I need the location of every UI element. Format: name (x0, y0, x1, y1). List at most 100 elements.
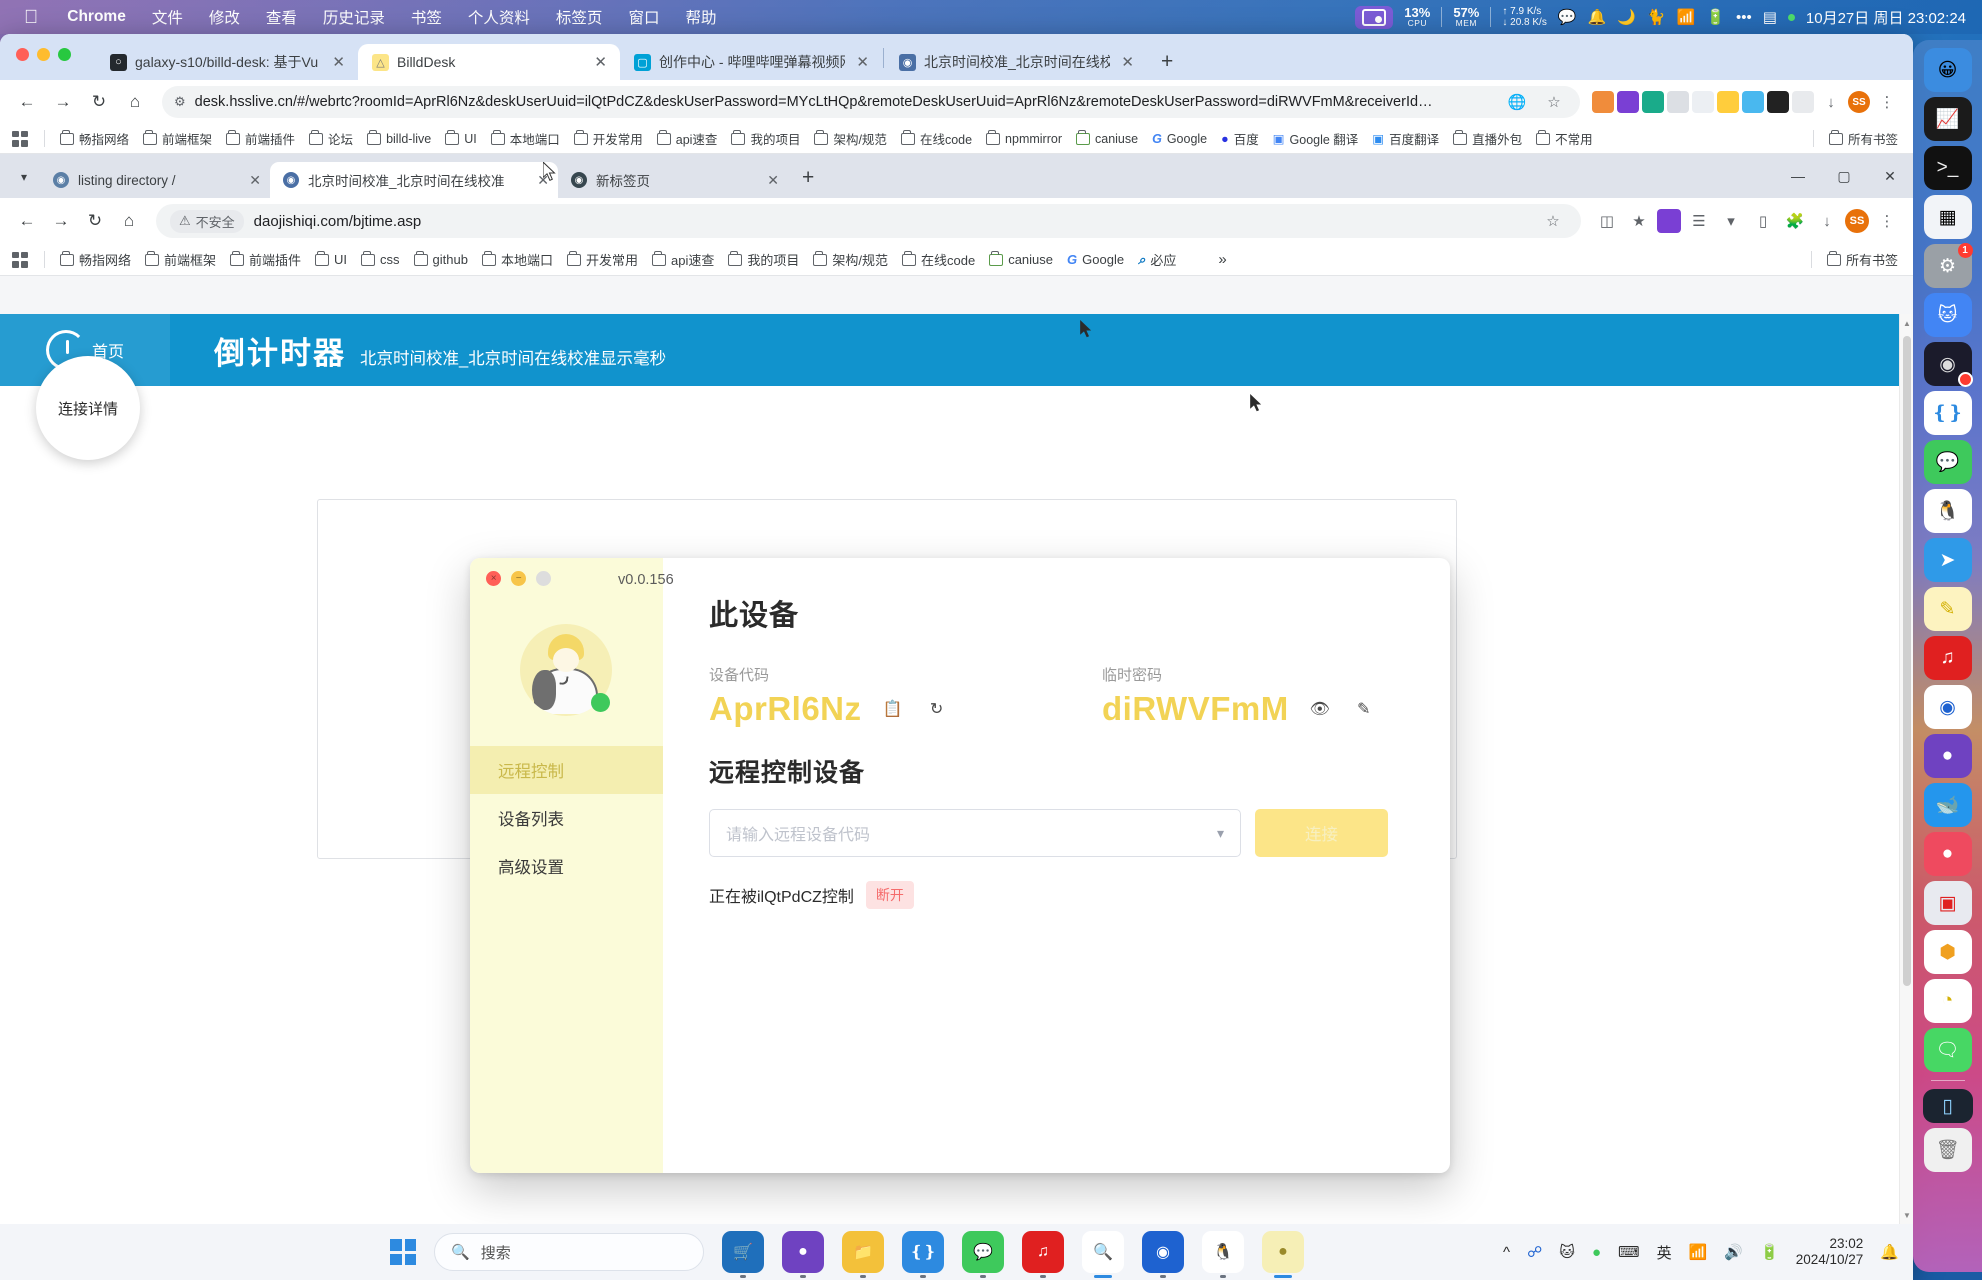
screen-share-indicator-icon[interactable] (1355, 6, 1393, 29)
remote-desktop-viewport[interactable]: ▾ ◉ listing directory / ✕ ◉ 北京时间校准_北京时间在… (0, 154, 1913, 1280)
bookmark-all-button[interactable]: 所有书签 (1822, 126, 1905, 151)
bookmark-item[interactable]: 本地端口 (475, 247, 560, 272)
chevron-down-icon[interactable]: ▾ (1217, 825, 1224, 842)
reload-icon[interactable]: ↻ (80, 206, 110, 236)
remote-address-bar[interactable]: ⚠ 不安全 daojishiqi.com/bjtime.asp ☆ (156, 204, 1581, 238)
wechat-icon[interactable]: 💬 (1558, 10, 1577, 25)
screenshot-tool-icon[interactable]: ▣ (1924, 881, 1972, 925)
download-icon[interactable]: ↓ (1813, 207, 1841, 235)
menu-item-window[interactable]: 窗口 (615, 3, 672, 31)
menu-item-view[interactable]: 查看 (253, 3, 310, 31)
menu-bar-clock[interactable]: 10月27日 周日 23:02:24 (1806, 7, 1966, 28)
bookmark-item[interactable]: 我的项目 (721, 247, 806, 272)
windows-start-icon[interactable] (390, 1239, 416, 1265)
extension-icon-6[interactable] (1742, 91, 1764, 113)
vscode-icon[interactable]: ❴❵ (1924, 391, 1972, 435)
moon-icon[interactable]: 🌙 (1617, 10, 1636, 25)
bookmark-item[interactable]: 畅指网络 (53, 126, 136, 151)
bookmark-item[interactable]: caniuse (1069, 129, 1145, 149)
system-settings-icon[interactable]: ⚙1 (1924, 244, 1972, 288)
app-close-button[interactable]: × (486, 571, 501, 586)
wifi-icon[interactable]: 📶 (1689, 1243, 1708, 1261)
taskbar-vscode-icon[interactable]: ❴❵ (902, 1231, 944, 1273)
remote-code-input[interactable]: 请输入远程设备代码 ▾ (709, 809, 1241, 857)
activity-monitor-icon[interactable]: 📈 (1924, 97, 1972, 141)
forward-icon[interactable]: → (46, 206, 76, 236)
taskbar-file-explorer-icon[interactable]: 📁 (842, 1231, 884, 1273)
chevron-down-icon[interactable]: ▾ (1717, 207, 1745, 235)
bookmark-item[interactable]: 开发常用 (560, 247, 645, 272)
maximize-button[interactable]: ▢ (1821, 154, 1867, 198)
bookmark-item[interactable]: npmmirror (979, 129, 1069, 149)
taskbar-billddesk-icon[interactable]: ● (1262, 1231, 1304, 1273)
bookmark-item[interactable]: 本地端口 (484, 126, 567, 151)
bookmark-item[interactable]: 在线code (895, 247, 982, 272)
home-icon[interactable]: ⌂ (114, 206, 144, 236)
bookmark-item[interactable]: 论坛 (302, 126, 360, 151)
cat-icon[interactable]: 🐈 (1647, 10, 1666, 25)
tab-bilibili-creator[interactable]: ▢ 创作中心 - 哔哩哔哩弹幕视频网 ✕ (620, 44, 882, 80)
finder-icon[interactable]: 😀 (1924, 48, 1972, 92)
app-maximize-button[interactable] (536, 571, 551, 586)
tab-billd-desk-repo[interactable]: ○ galaxy-s10/billd-desk: 基于Vu ✕ (96, 44, 358, 80)
qq-icon[interactable]: 🐧 (1924, 489, 1972, 533)
battery-icon[interactable]: 🔋 (1706, 10, 1725, 25)
bookmark-item[interactable]: api速查 (645, 247, 721, 272)
bookmark-item[interactable]: ⌕必应 (1131, 247, 1183, 272)
terminal-icon[interactable]: >_ (1924, 146, 1972, 190)
scroll-up-icon[interactable]: ▲ (1900, 314, 1913, 332)
github-icon[interactable]: ● (1924, 734, 1972, 778)
extension-icon-3[interactable] (1667, 91, 1689, 113)
bookmark-item[interactable]: 直播外包 (1446, 126, 1529, 151)
bookmark-item[interactable]: ▣Google 翻译 (1266, 126, 1366, 151)
battery-icon[interactable]: 🔋 (1760, 1243, 1779, 1261)
extension-icon-vue[interactable] (1642, 91, 1664, 113)
menu-item-history[interactable]: 历史记录 (310, 3, 398, 31)
tab-billddesk[interactable]: △ BilldDesk ✕ (358, 44, 620, 80)
bookmark-item[interactable]: 架构/规范 (806, 247, 895, 272)
bookmark-item[interactable]: github (407, 249, 475, 270)
address-bar[interactable]: ⚙ desk.hsslive.cn/#/webrtc?roomId=AprRl6… (162, 86, 1580, 118)
cat-app-icon[interactable]: 🐱 (1924, 293, 1972, 337)
menu-item-file[interactable]: 文件 (139, 3, 196, 31)
taskbar-clock[interactable]: 23:02 2024/10/27 (1796, 1236, 1864, 1268)
extension-icon-2[interactable] (1657, 209, 1681, 233)
cat-tray-icon[interactable]: 🐱 (1559, 1243, 1575, 1261)
bell-icon[interactable]: 🔔 (1588, 10, 1607, 25)
zoom-window-button[interactable] (58, 48, 71, 61)
ime-indicator[interactable]: 英 (1657, 1242, 1672, 1263)
bookmark-item[interactable]: 前端插件 (223, 247, 308, 272)
bookmark-item[interactable]: 在线code (894, 126, 979, 151)
menu-item-tabs[interactable]: 标签页 (543, 3, 616, 31)
volume-icon[interactable]: 🔊 (1724, 1243, 1743, 1261)
back-icon[interactable]: ← (12, 206, 42, 236)
edit-pencil-icon[interactable]: ✎ (1351, 696, 1377, 722)
profile-avatar[interactable]: SS (1848, 91, 1870, 113)
bookmark-item[interactable]: ●百度 (1214, 126, 1266, 151)
copy-icon[interactable]: 📋 (880, 696, 906, 722)
minimize-window-button[interactable] (37, 48, 50, 61)
launchpad-icon[interactable]: ▦ (1924, 195, 1972, 239)
nav-item-advanced-settings[interactable]: 高级设置 (470, 842, 663, 890)
obs-icon[interactable]: ◉ (1924, 342, 1972, 386)
apps-grid-icon[interactable] (12, 252, 28, 268)
window-traffic-lights[interactable] (16, 48, 71, 61)
extension-icon-5[interactable] (1717, 91, 1739, 113)
bookmark-item[interactable]: UI (308, 249, 354, 270)
forward-icon[interactable]: → (48, 87, 78, 117)
bookmark-item[interactable]: api速查 (650, 126, 725, 151)
menu-item-profile[interactable]: 个人资料 (455, 3, 543, 31)
nav-item-device-list[interactable]: 设备列表 (470, 794, 663, 842)
minimize-button[interactable]: — (1775, 154, 1821, 198)
close-window-button[interactable] (16, 48, 29, 61)
site-settings-icon[interactable]: ⚙ (174, 94, 186, 110)
extension-icon-8[interactable] (1792, 91, 1814, 113)
chevron-down-icon[interactable]: ▾ (8, 161, 40, 193)
extension-icon-1[interactable] (1592, 91, 1614, 113)
reading-list-icon[interactable]: ☰ (1685, 207, 1713, 235)
bookmark-item[interactable]: css (354, 249, 407, 270)
navicat-icon[interactable]: ⬢ (1924, 930, 1972, 974)
bookmark-star-icon[interactable]: ☆ (1539, 207, 1567, 235)
extension-icon-2[interactable] (1617, 91, 1639, 113)
remote-tab-new[interactable]: ◉ 新标签页 ✕ (558, 162, 788, 198)
